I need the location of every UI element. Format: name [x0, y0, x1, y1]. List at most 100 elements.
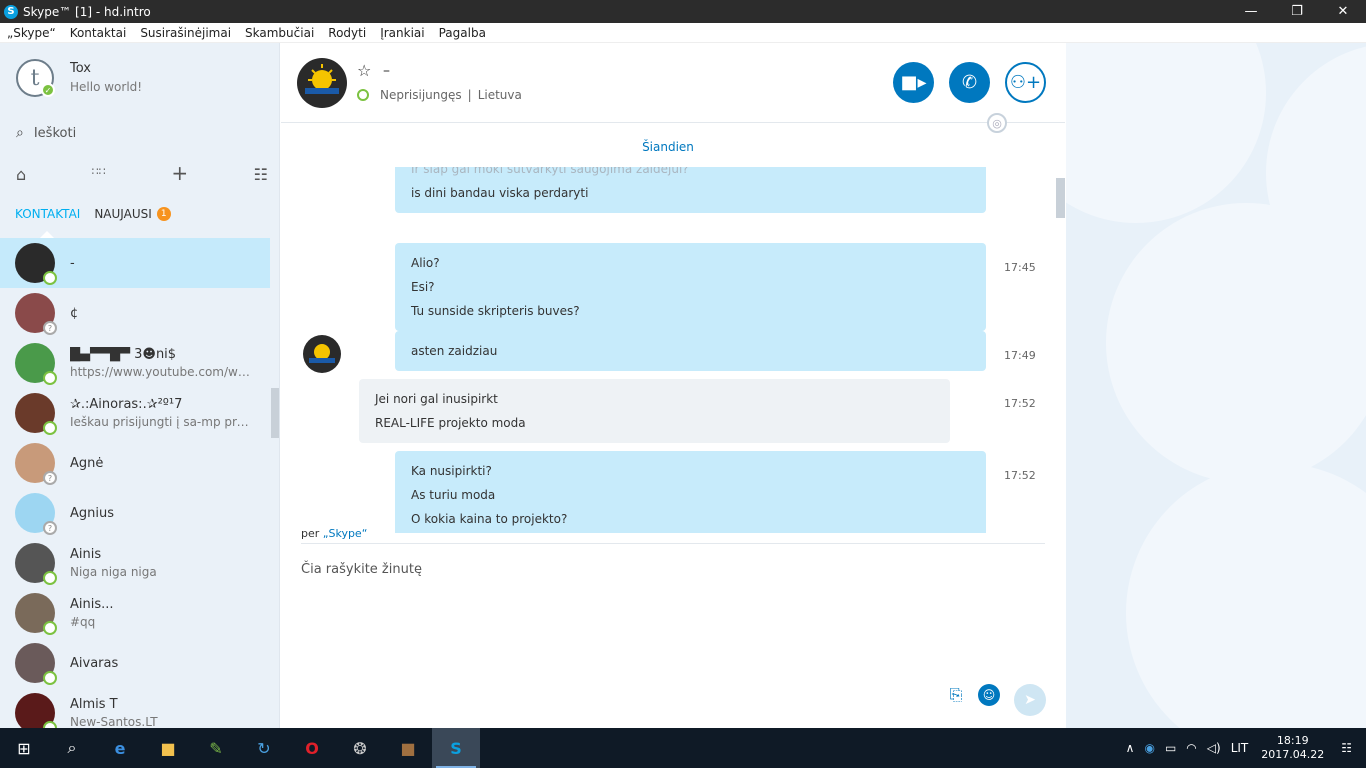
wifi-icon[interactable]: ◠	[1186, 741, 1196, 755]
start-button[interactable]: ⊞	[0, 728, 48, 768]
add-icon[interactable]: +	[171, 163, 188, 184]
contact-item[interactable]: ? Agnė	[0, 438, 279, 488]
message-input[interactable]: Čia rašykite žinutę	[301, 562, 422, 577]
outgoing-message[interactable]: Alio? Esi? Tu sunside skripteris buves?	[395, 243, 986, 331]
online-status-icon	[43, 621, 57, 635]
title-bar: S Skype™ [1] - hd.intro — ❐ ✕	[0, 0, 1366, 23]
video-call-button[interactable]: ■▸	[893, 62, 934, 103]
menu-conversations[interactable]: Susirašinėjimai	[133, 26, 238, 40]
paperclip-icon: ⎘	[949, 685, 963, 704]
contact-name: -	[70, 255, 75, 271]
send-arrow-icon: ➤	[1024, 692, 1036, 708]
profile-mood[interactable]: Hello world!	[70, 80, 142, 94]
search-icon: ⌕	[67, 738, 77, 757]
emoticon-button[interactable]: ☺	[978, 684, 1000, 706]
contact-item[interactable]: ? Agnius	[0, 488, 279, 538]
chat-scrollbar[interactable]	[1056, 178, 1065, 218]
window-title: Skype™ [1] - hd.intro	[23, 4, 151, 19]
notepad-taskbar-button[interactable]: ✎	[192, 728, 240, 768]
browser-taskbar-button[interactable]: ↻	[240, 728, 288, 768]
contact-item[interactable]: Aivaras	[0, 638, 279, 688]
app-taskbar-button[interactable]: ❂	[336, 728, 384, 768]
sidebar: t ✓ Tox Hello world! ⌕ Ieškoti ⌂ ∷∷ + ☷ …	[0, 43, 280, 728]
notepad-icon: ✎	[209, 738, 223, 758]
search-taskbar-button[interactable]: ⌕	[48, 728, 96, 768]
sidebar-scrollbar[interactable]	[271, 388, 279, 438]
favorite-star-icon[interactable]: ☆	[357, 61, 371, 80]
contact-item[interactable]: ✰.:Ainoras:.✰²º¹7 Ieškau prisijungti į sa…	[0, 388, 279, 438]
menu-calls[interactable]: Skambučiai	[238, 26, 321, 40]
sun-logo-icon	[309, 344, 335, 363]
profile[interactable]: t ✓ Tox Hello world!	[16, 59, 142, 97]
tab-recent-label: NAUJAUSI	[94, 207, 152, 221]
contact-item[interactable]: █▄▀▀█▀ 3☻ni$ https://www.youtube.com/watc…	[0, 338, 279, 388]
sender-avatar[interactable]	[303, 335, 341, 373]
menu-tools[interactable]: Įrankiai	[373, 26, 431, 40]
contact-avatar	[15, 343, 57, 385]
contact-mood: Ieškau prisijungti į sa-mp projekta	[70, 415, 255, 429]
contact-avatar[interactable]	[297, 58, 347, 108]
online-status-icon	[43, 421, 57, 435]
video-camera-icon: ■▸	[900, 72, 927, 93]
online-status-icon	[43, 721, 57, 728]
clock[interactable]: 18:19 2017.04.22	[1261, 734, 1324, 762]
send-button[interactable]: ➤	[1014, 684, 1046, 716]
search-icon: ⌕	[16, 125, 24, 141]
contact-item[interactable]: Almis T New-Santos.LT	[0, 688, 279, 728]
chevron-up-icon[interactable]: ∧	[1126, 741, 1135, 755]
chat-header: ☆ – Neprisijungęs | Lietuva ■▸ ✆ ⚇+	[281, 43, 1065, 123]
status-separator: |	[467, 88, 472, 102]
menu-view[interactable]: Rodyti	[321, 26, 373, 40]
contact-avatar	[15, 543, 57, 585]
edge-taskbar-button[interactable]: e	[96, 728, 144, 768]
status-text: Neprisijungęs	[380, 88, 462, 102]
voice-call-button[interactable]: ✆	[949, 62, 990, 103]
search-input[interactable]: Ieškoti	[34, 126, 76, 141]
contact-item[interactable]: Ainis Niga niga niga	[0, 538, 279, 588]
close-button[interactable]: ✕	[1320, 0, 1366, 23]
notifications-icon[interactable]: ☷	[1341, 741, 1352, 755]
via-skype-link[interactable]: „Skype“	[323, 527, 368, 540]
contact-item[interactable]: ? ¢	[0, 288, 279, 338]
profile-avatar[interactable]: t ✓	[16, 59, 55, 97]
outgoing-message[interactable]: asten zaidziau	[395, 331, 986, 371]
tab-recent[interactable]: NAUJAUSI 1	[94, 207, 171, 221]
maximize-button[interactable]: ❐	[1274, 0, 1320, 23]
home-icon[interactable]: ⌂	[16, 165, 26, 184]
outgoing-message[interactable]: Ka nusipirkti? As turiu moda O kokia kaina…	[395, 451, 986, 533]
globe-icon[interactable]: ◎	[987, 113, 1007, 133]
contact-item[interactable]: -	[0, 238, 270, 288]
message-timestamp: 17:49	[1004, 349, 1036, 362]
windows-icon: ⊞	[17, 738, 31, 758]
folder-icon: ■	[160, 738, 176, 758]
menu-contacts[interactable]: Kontaktai	[63, 26, 134, 40]
contact-mood: New-Santos.LT	[70, 715, 158, 728]
chat-contact-name: –	[383, 63, 390, 79]
game-taskbar-button[interactable]: ■	[384, 728, 432, 768]
network-app-icon[interactable]: ◉	[1144, 741, 1154, 755]
incoming-message[interactable]: Jei nori gal inusipirkt REAL-LIFE projekt…	[359, 379, 950, 443]
search-box[interactable]: ⌕ Ieškoti	[16, 125, 76, 141]
unknown-status-icon: ?	[43, 471, 57, 485]
aperture-icon: ❂	[353, 738, 367, 758]
menu-skype[interactable]: „Skype“	[0, 26, 63, 40]
skype-logo-icon: S	[4, 4, 18, 19]
attach-file-button[interactable]: ⎘	[945, 684, 967, 706]
contact-mood: #qq	[70, 615, 96, 629]
language-indicator[interactable]: LIT	[1231, 741, 1249, 755]
dialpad-icon[interactable]: ∷∷	[92, 165, 106, 184]
skype-taskbar-button[interactable]: S	[432, 728, 480, 768]
minimize-button[interactable]: —	[1228, 0, 1274, 23]
add-people-button[interactable]: ⚇+	[1005, 62, 1046, 103]
tab-contacts[interactable]: KONTAKTAI	[15, 207, 80, 221]
outgoing-message[interactable]: Ir siap gal moki sutvarkyti saugojima za…	[395, 167, 986, 213]
explorer-taskbar-button[interactable]: ■	[144, 728, 192, 768]
menu-help[interactable]: Pagalba	[432, 26, 493, 40]
contact-card-icon[interactable]: ☷	[254, 165, 268, 184]
sidebar-toolbar: ⌂ ∷∷ + ☷	[16, 163, 268, 184]
battery-icon[interactable]: ▭	[1165, 741, 1176, 755]
add-person-icon: ⚇+	[1009, 72, 1042, 93]
contact-item[interactable]: Ainis... #qq	[0, 588, 279, 638]
opera-taskbar-button[interactable]: O	[288, 728, 336, 768]
volume-icon[interactable]: ◁)	[1207, 741, 1221, 755]
